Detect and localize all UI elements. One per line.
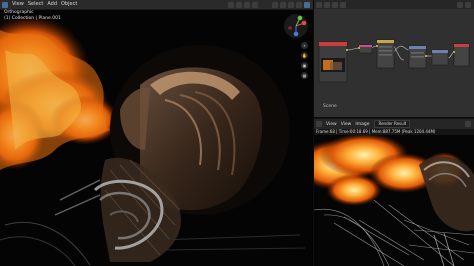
menu-object[interactable]: Object [61, 0, 77, 9]
backdrop-icon[interactable] [457, 1, 463, 8]
select-menu-icon[interactable] [332, 1, 338, 8]
node-graph [318, 39, 470, 83]
render-info: Frame:68 | Time:00:18.69 | Mem:887.75M (… [316, 129, 436, 134]
grid-icon[interactable]: ▦ [301, 72, 308, 79]
editor-type-icon[interactable] [316, 121, 322, 127]
snap-icon[interactable] [244, 1, 250, 8]
3d-viewport[interactable] [0, 0, 313, 266]
view-menu-icon[interactable] [324, 1, 330, 8]
editor-type-icon[interactable] [316, 1, 322, 8]
viewport-header: View Select Add Object [0, 0, 313, 10]
viewport-info: Orthographic (1) Collection | Plane.001 [4, 10, 61, 22]
xray-icon[interactable] [288, 1, 294, 8]
camera-icon[interactable]: ▣ [301, 62, 308, 69]
pivot-icon[interactable] [236, 1, 242, 8]
menu-view[interactable]: View [12, 0, 24, 9]
editor-type-icon[interactable] [2, 1, 8, 8]
menu-image[interactable]: Image [355, 122, 369, 127]
collection-info: (1) Collection | Plane.001 [4, 16, 61, 21]
shading-solid-icon[interactable] [296, 1, 302, 8]
area-divider-horizontal[interactable] [314, 117, 474, 118]
denoise-node [358, 44, 373, 54]
shading-rendered-icon[interactable] [304, 1, 310, 8]
zoom-icon[interactable]: ⌕ [301, 42, 308, 49]
render-layers-node [318, 41, 348, 83]
menu-view[interactable]: View [326, 122, 337, 127]
overlay-icon[interactable] [280, 1, 286, 8]
node-editor[interactable] [314, 0, 474, 118]
glare-node [376, 39, 395, 69]
node-editor-header [314, 0, 474, 9]
render-image [314, 135, 474, 266]
image-editor-header: View View Image Render Result [314, 118, 474, 129]
image-select[interactable]: Render Result [374, 120, 411, 128]
proportional-icon[interactable] [252, 1, 258, 8]
add-menu-icon[interactable] [340, 1, 346, 8]
hand-icon[interactable]: ✋ [301, 52, 308, 59]
navigation-gizmo[interactable] [283, 13, 309, 39]
color-balance-node [431, 49, 449, 66]
menu-select[interactable]: Select [28, 0, 43, 9]
mix-node [408, 45, 427, 69]
options-icon[interactable] [465, 1, 471, 8]
composite-node [453, 43, 470, 67]
viewport-render [0, 0, 313, 266]
menu-add[interactable]: Add [47, 0, 57, 9]
transform-icon[interactable] [228, 1, 234, 8]
menu-view-2[interactable]: View [341, 122, 352, 127]
visibility-icon[interactable] [272, 1, 278, 8]
render-result-view[interactable] [314, 135, 474, 266]
display-channels-icon[interactable] [465, 121, 471, 127]
scene-label: Scene [323, 104, 337, 109]
